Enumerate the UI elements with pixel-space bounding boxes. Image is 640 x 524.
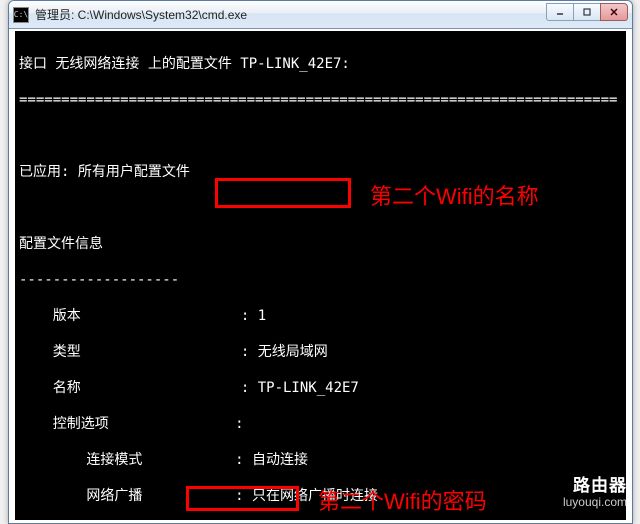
blank [19, 199, 622, 217]
terminal-output[interactable]: 接口 无线网络连接 上的配置文件 TP-LINK_42E7: =========… [15, 31, 626, 520]
header-line: 接口 无线网络连接 上的配置文件 TP-LINK_42E7: [19, 55, 622, 73]
cmd-window: C:\ 管理员: C:\Windows\System32\cmd.exe 接口 … [8, 0, 633, 524]
maximize-button[interactable] [573, 3, 601, 21]
section-profile-ul: ------------------- [19, 271, 622, 289]
profile-bcast: 网络广播 : 只在网络广播时连接 [19, 487, 622, 505]
titlebar[interactable]: C:\ 管理员: C:\Windows\System32\cmd.exe [9, 1, 632, 29]
window-controls [547, 3, 628, 21]
applied-line: 已应用: 所有用户配置文件 [19, 163, 622, 181]
divider: ========================================… [19, 91, 622, 109]
blank [19, 127, 622, 145]
profile-version: 版本 : 1 [19, 307, 622, 325]
cmd-icon: C:\ [13, 7, 29, 23]
profile-connmode: 连接模式 : 自动连接 [19, 451, 622, 469]
profile-ctrl: 控制选项 : [19, 415, 622, 433]
window-title: 管理员: C:\Windows\System32\cmd.exe [35, 6, 547, 23]
close-button[interactable] [600, 3, 628, 21]
minimize-button[interactable] [546, 3, 574, 21]
profile-type: 类型 : 无线局域网 [19, 343, 622, 361]
profile-name: 名称 : TP-LINK_42E7 [19, 379, 622, 397]
section-profile: 配置文件信息 [19, 235, 622, 253]
